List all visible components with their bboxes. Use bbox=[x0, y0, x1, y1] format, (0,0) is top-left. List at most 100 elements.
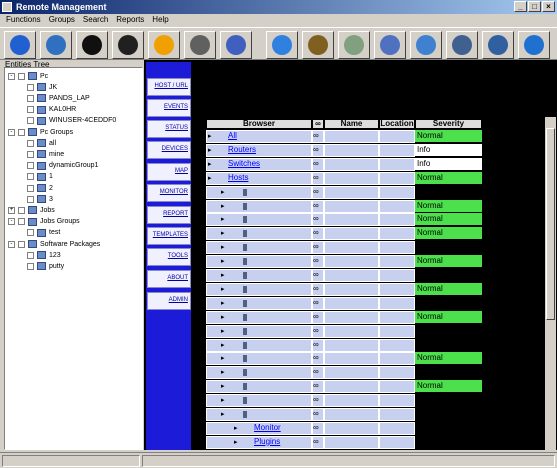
entities-tree[interactable]: - Pc JK PANDS_LAP KAL0HR WINUSER-4CEDDF0 - Pc G… bbox=[4, 67, 143, 450]
tree-checkbox[interactable] bbox=[27, 184, 34, 192]
tree-checkbox[interactable] bbox=[18, 128, 25, 136]
tree-checkbox[interactable] bbox=[27, 262, 34, 270]
grid-link[interactable]: Routers bbox=[228, 145, 256, 154]
menu-functions[interactable]: Functions bbox=[6, 15, 41, 25]
nav-tab-devices[interactable]: DEVICES bbox=[147, 141, 191, 159]
toolbar-button-monitor[interactable] bbox=[220, 31, 252, 59]
toolbar-button-screen[interactable] bbox=[112, 31, 144, 59]
collapse-icon[interactable]: - bbox=[8, 218, 15, 226]
binoculars-icon[interactable]: ∞ bbox=[312, 241, 324, 255]
expand-icon[interactable]: ▸ bbox=[221, 354, 225, 362]
tree-node[interactable]: test bbox=[27, 228, 60, 238]
table-row[interactable]: ∞ ▸ Switches Info bbox=[206, 157, 546, 172]
tree-node[interactable]: dynamicGroup1 bbox=[27, 161, 98, 171]
expand-icon[interactable]: ▸ bbox=[208, 174, 212, 182]
table-row[interactable]: ∞ ▸ Hosts Normal bbox=[206, 171, 546, 186]
header-browser[interactable]: Browser bbox=[206, 119, 312, 129]
binoculars-icon[interactable]: ∞ bbox=[312, 352, 324, 366]
collapse-icon[interactable]: - bbox=[8, 128, 15, 136]
expand-icon[interactable]: ▸ bbox=[234, 438, 238, 446]
nav-tab-templates[interactable]: TEMPLATES bbox=[147, 227, 191, 245]
expand-icon[interactable]: ▸ bbox=[221, 271, 225, 279]
table-row[interactable]: ∞ ▸ bbox=[206, 408, 546, 422]
table-row[interactable]: ∞ ▸ Routers Info bbox=[206, 143, 546, 158]
toolbar-button-info[interactable] bbox=[4, 31, 36, 59]
binoculars-icon[interactable]: ∞ bbox=[312, 408, 324, 421]
tree-node[interactable]: 3 bbox=[27, 194, 53, 204]
header-severity[interactable]: Severity bbox=[415, 119, 482, 129]
binoculars-icon[interactable]: ∞ bbox=[312, 199, 324, 213]
binoculars-icon[interactable]: ∞ bbox=[312, 282, 324, 296]
tree-checkbox[interactable] bbox=[18, 206, 25, 214]
binoculars-icon[interactable]: ∞ bbox=[312, 296, 324, 310]
expand-icon[interactable]: ▸ bbox=[221, 243, 225, 251]
toolbar-button-cd[interactable] bbox=[338, 31, 370, 59]
menu-help[interactable]: Help bbox=[152, 15, 168, 25]
tree-checkbox[interactable] bbox=[27, 229, 34, 237]
binoculars-icon[interactable]: ∞ bbox=[312, 213, 324, 227]
table-row[interactable]: ∞ ▸ bbox=[206, 338, 546, 353]
tree-node[interactable]: - Pc bbox=[8, 71, 48, 81]
close-button[interactable]: × bbox=[542, 1, 555, 12]
tree-node[interactable]: 123 bbox=[27, 250, 61, 260]
toolbar-button-console[interactable] bbox=[76, 31, 108, 59]
grid-link[interactable]: Plugins bbox=[254, 437, 280, 446]
menu-groups[interactable]: Groups bbox=[49, 15, 75, 25]
table-row[interactable]: ∞ ▸ Normal bbox=[206, 227, 546, 241]
nav-tab-status[interactable]: STATUS bbox=[147, 120, 191, 138]
nav-tab-host-url[interactable]: HOST / URL bbox=[147, 78, 191, 96]
tree-node[interactable]: mine bbox=[27, 149, 64, 159]
nav-tab-map[interactable]: MAP bbox=[147, 163, 191, 181]
tree-node[interactable]: all bbox=[27, 138, 56, 148]
tree-node[interactable]: + Jobs bbox=[8, 205, 55, 215]
tree-checkbox[interactable] bbox=[27, 162, 34, 170]
toolbar-button-battery[interactable] bbox=[184, 31, 216, 59]
tree-node[interactable]: - Pc Groups bbox=[8, 127, 73, 137]
nav-tab-about[interactable]: ABOUT bbox=[147, 270, 191, 288]
minimize-button[interactable]: _ bbox=[514, 1, 527, 12]
tree-node[interactable]: PANDS_LAP bbox=[27, 93, 90, 103]
binoculars-icon[interactable]: ∞ bbox=[312, 324, 324, 338]
grid-link[interactable]: Switches bbox=[228, 159, 260, 168]
toolbar-button-remote[interactable] bbox=[482, 31, 514, 59]
expand-icon[interactable]: ▸ bbox=[221, 341, 225, 349]
expand-icon[interactable]: ▸ bbox=[221, 257, 225, 265]
table-row[interactable]: ∞ ▸ Monitor bbox=[206, 421, 546, 436]
expand-icon[interactable]: ▸ bbox=[221, 202, 225, 210]
binoculars-icon[interactable]: ∞ bbox=[312, 338, 324, 352]
table-row[interactable]: ∞ ▸ bbox=[206, 269, 546, 283]
table-row[interactable]: ∞ ▸ Normal bbox=[206, 282, 546, 297]
maximize-button[interactable]: □ bbox=[528, 1, 541, 12]
tree-node[interactable]: KAL0HR bbox=[27, 105, 76, 115]
binoculars-icon[interactable]: ∞ bbox=[312, 171, 324, 185]
toolbar-button-magnifier[interactable] bbox=[410, 31, 442, 59]
expand-icon[interactable]: + bbox=[8, 206, 15, 214]
table-row[interactable]: ∞ ▸ bbox=[206, 185, 546, 200]
expand-icon[interactable]: ▸ bbox=[221, 285, 225, 293]
header-location[interactable]: Location bbox=[379, 119, 415, 129]
expand-icon[interactable]: ▸ bbox=[221, 368, 225, 376]
binoculars-icon[interactable]: ∞ bbox=[312, 269, 324, 282]
tree-checkbox[interactable] bbox=[27, 251, 34, 259]
tree-node[interactable]: 2 bbox=[27, 183, 53, 193]
binoculars-icon[interactable]: ∞ bbox=[312, 157, 324, 171]
tree-checkbox[interactable] bbox=[27, 94, 34, 102]
table-row[interactable]: ∞ ▸ bbox=[206, 366, 546, 380]
nav-tab-tools[interactable]: TOOLS bbox=[147, 248, 191, 266]
binoculars-icon[interactable]: ∞ bbox=[312, 130, 324, 143]
tree-checkbox[interactable] bbox=[27, 150, 34, 158]
tree-checkbox[interactable] bbox=[27, 117, 34, 125]
expand-icon[interactable]: ▸ bbox=[221, 396, 225, 404]
binoculars-icon[interactable]: ∞ bbox=[312, 185, 324, 199]
menu-search[interactable]: Search bbox=[83, 15, 108, 25]
table-row[interactable]: ∞ ▸ bbox=[206, 324, 546, 339]
expand-icon[interactable]: ▸ bbox=[208, 160, 212, 168]
table-row[interactable]: ∞ ▸ Normal bbox=[206, 213, 546, 227]
table-row[interactable]: ∞ ▸ Normal bbox=[206, 199, 546, 214]
binoculars-icon[interactable]: ∞ bbox=[312, 310, 324, 324]
tree-checkbox[interactable] bbox=[27, 173, 34, 181]
header-binoculars-icon[interactable]: ∞ bbox=[312, 119, 324, 129]
table-row[interactable]: ∞ ▸ Normal bbox=[206, 352, 546, 366]
tree-checkbox[interactable] bbox=[18, 218, 25, 226]
toolbar-button-drive[interactable] bbox=[446, 31, 478, 59]
